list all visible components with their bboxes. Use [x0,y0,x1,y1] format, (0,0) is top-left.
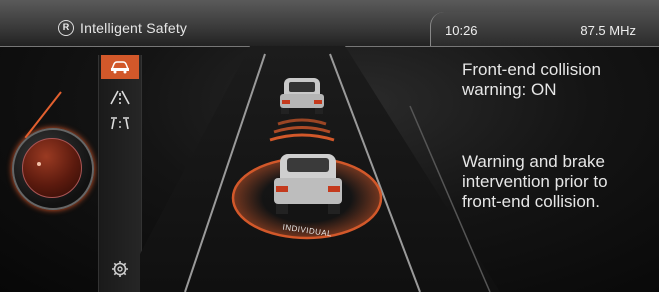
clock: 10:26 [445,23,478,38]
lane-warning-icon [110,90,130,105]
controller-knob[interactable] [22,138,82,198]
gear-icon [112,261,128,277]
feature-description-line-2: intervention prior to [462,172,608,191]
menu-item-settings[interactable] [101,257,139,281]
feature-description-line-3: front-end collision. [462,192,600,211]
feature-status-line-2: warning: ON [462,80,557,99]
radio-frequency: 87.5 MHz [580,23,636,38]
lane-crossing-icon [111,117,129,130]
feature-description-line-1: Warning and brake [462,152,606,171]
feature-status-line-1: Front-end collision [462,60,601,79]
registered-mark-icon: R [58,20,74,36]
screen-title: Intelligent Safety [80,20,188,36]
menu-item-lane-warning[interactable] [101,85,139,109]
knob-center-dot [37,162,41,166]
menu-item-lane-crossing[interactable] [101,111,139,135]
status-bar: R Intelligent Safety 10:26 87.5 MHz [0,0,659,47]
feature-description: Warning and brake intervention prior to … [462,152,608,212]
feature-status: Front-end collision warning: ON [462,60,601,100]
idrive-screen: R Intelligent Safety 10:26 87.5 MHz INDI… [0,0,659,292]
car-icon [110,61,130,74]
screen-title-group: R Intelligent Safety [58,18,187,38]
function-menu [98,55,142,292]
status-panel: 10:26 87.5 MHz [430,12,659,46]
menu-item-collision-warning[interactable] [101,55,139,79]
